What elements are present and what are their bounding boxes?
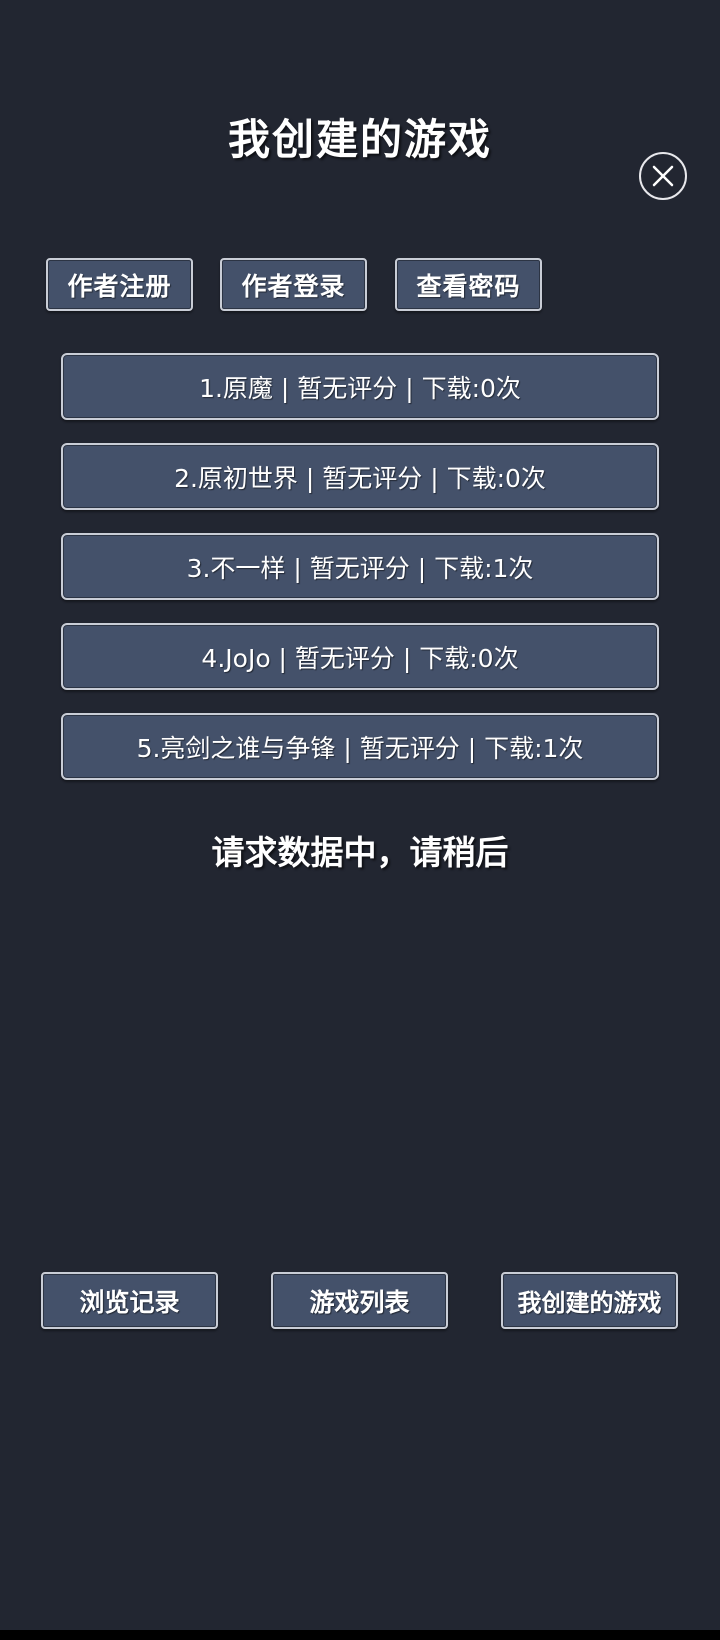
author-login-button[interactable]: 作者登录 [220,258,367,311]
game-list-item-3[interactable]: 3.不一样 | 暂无评分 | 下载:1次 [61,533,659,600]
game-list-item-5[interactable]: 5.亮剑之谁与争锋 | 暂无评分 | 下载:1次 [61,713,659,780]
author-register-button[interactable]: 作者注册 [46,258,193,311]
loading-status-text: 请求数据中，请稍后 [211,833,509,872]
game-list-item-1[interactable]: 1.原魔 | 暂无评分 | 下载:0次 [61,353,659,420]
close-button[interactable] [639,152,687,200]
close-icon [652,165,674,187]
system-navigation-bar [0,1630,720,1640]
game-list-item-2[interactable]: 2.原初世界 | 暂无评分 | 下载:0次 [61,443,659,510]
view-password-button[interactable]: 查看密码 [395,258,542,311]
browse-history-button[interactable]: 浏览记录 [41,1272,218,1329]
page-title: 我创建的游戏 [227,115,492,164]
game-list-button[interactable]: 游戏列表 [271,1272,448,1329]
game-list-item-4[interactable]: 4.JoJo | 暂无评分 | 下载:0次 [61,623,659,690]
my-games-button[interactable]: 我创建的游戏 [501,1272,678,1329]
